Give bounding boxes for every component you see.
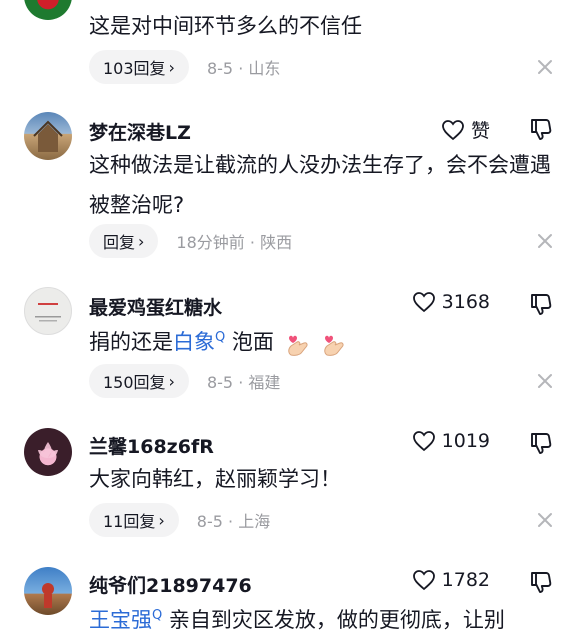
- search-q-icon: Q: [215, 330, 226, 345]
- comment-text: 捐的还是白象Q 泡面: [89, 318, 559, 362]
- meta-info: 8-5 · 福建: [207, 369, 280, 393]
- username[interactable]: 最爱鸡蛋红糖水: [89, 293, 222, 320]
- meta-separator: ·: [238, 373, 244, 392]
- comment-date: 8-5: [206, 59, 234, 78]
- comment-text: 这是对中间环节多么的不信任: [89, 14, 362, 38]
- comment-meta: 103回复 › 8-5 · 山东: [89, 49, 280, 85]
- heart-outline-icon: [412, 569, 436, 591]
- reply-button[interactable]: 103回复 ›: [89, 50, 189, 84]
- text-segment: 泡面: [231, 330, 274, 354]
- like-button[interactable]: 3168: [412, 291, 490, 313]
- chevron-right-icon: ›: [138, 231, 145, 251]
- meta-info: 8-5 · 山东: [207, 55, 280, 79]
- search-q-icon: Q: [152, 608, 163, 623]
- finger-heart-emoji-icon: [321, 330, 347, 356]
- reply-button[interactable]: 150回复 ›: [89, 364, 189, 398]
- close-icon[interactable]: [536, 232, 554, 250]
- avatar[interactable]: [24, 0, 72, 20]
- comment-text: 王宝强Q 亲自到灾区发放，做的更彻底，让别: [89, 596, 559, 640]
- comment-location: 陕西: [260, 233, 293, 252]
- text-segment: 亲自到灾区发放，做的更彻底，让别: [168, 608, 505, 632]
- comment-date: 18分钟前: [176, 233, 245, 252]
- meta-separator: ·: [228, 512, 234, 531]
- like-button[interactable]: 1019: [412, 430, 490, 452]
- reply-count-label: 150回复: [103, 373, 166, 392]
- like-count: 1019: [441, 430, 490, 452]
- like-count: 赞: [470, 120, 490, 142]
- username[interactable]: 兰馨168z6fR: [89, 432, 214, 459]
- username[interactable]: 纯爷们21897476: [89, 571, 252, 598]
- meta-separator: ·: [238, 59, 244, 78]
- comment-meta: 回复 › 18分钟前 · 陕西: [89, 223, 292, 259]
- thumbs-down-icon[interactable]: [527, 569, 555, 597]
- reply-count-label: 11回复: [103, 512, 156, 531]
- search-link[interactable]: 王宝强: [89, 608, 152, 632]
- heart-outline-icon: [412, 430, 436, 452]
- thumbs-down-icon[interactable]: [527, 116, 555, 144]
- finger-heart-emoji-icon: [285, 330, 311, 356]
- comment-text: 大家向韩红，赵丽颖学习！: [89, 467, 341, 491]
- comment-location: 上海: [238, 512, 271, 531]
- like-count: 3168: [441, 291, 490, 313]
- text-segment: 捐的还是: [89, 330, 173, 354]
- reply-count-label: 回复: [103, 233, 136, 252]
- heart-outline-icon: [412, 291, 436, 313]
- comment-meta: 150回复 › 8-5 · 福建: [89, 363, 280, 399]
- reply-button[interactable]: 11回复 ›: [89, 503, 179, 537]
- reply-count-label: 103回复: [103, 59, 166, 78]
- avatar[interactable]: [24, 567, 72, 615]
- heart-outline-icon: [441, 119, 465, 141]
- chevron-right-icon: ›: [168, 371, 175, 391]
- like-count: 1782: [441, 569, 490, 591]
- username[interactable]: 梦在深巷LZ: [89, 118, 191, 145]
- chevron-right-icon: ›: [168, 57, 175, 77]
- meta-separator: ·: [249, 233, 255, 252]
- comment-text: 这种做法是让截流的人没办法生存了，会不会遭遇被整治呢?: [89, 153, 551, 217]
- reply-button[interactable]: 回复 ›: [89, 224, 159, 258]
- meta-info: 18分钟前 · 陕西: [176, 229, 292, 253]
- comment-date: 8-5: [196, 512, 223, 531]
- comment-meta: 11回复 › 8-5 · 上海: [89, 502, 270, 538]
- comment-location: 山东: [248, 59, 281, 78]
- comment-location: 福建: [248, 373, 281, 392]
- search-link[interactable]: 白象: [173, 330, 215, 354]
- close-icon[interactable]: [536, 511, 554, 529]
- close-icon[interactable]: [536, 58, 554, 76]
- avatar[interactable]: [24, 112, 72, 160]
- avatar[interactable]: [24, 428, 72, 476]
- avatar[interactable]: [24, 287, 72, 335]
- like-button[interactable]: 赞: [441, 116, 490, 143]
- thumbs-down-icon[interactable]: [527, 291, 555, 319]
- comment-date: 8-5: [206, 373, 234, 392]
- chevron-right-icon: ›: [158, 510, 165, 530]
- close-icon[interactable]: [536, 372, 554, 390]
- thumbs-down-icon[interactable]: [527, 430, 555, 458]
- like-button[interactable]: 1782: [412, 569, 490, 591]
- meta-info: 8-5 · 上海: [197, 508, 270, 532]
